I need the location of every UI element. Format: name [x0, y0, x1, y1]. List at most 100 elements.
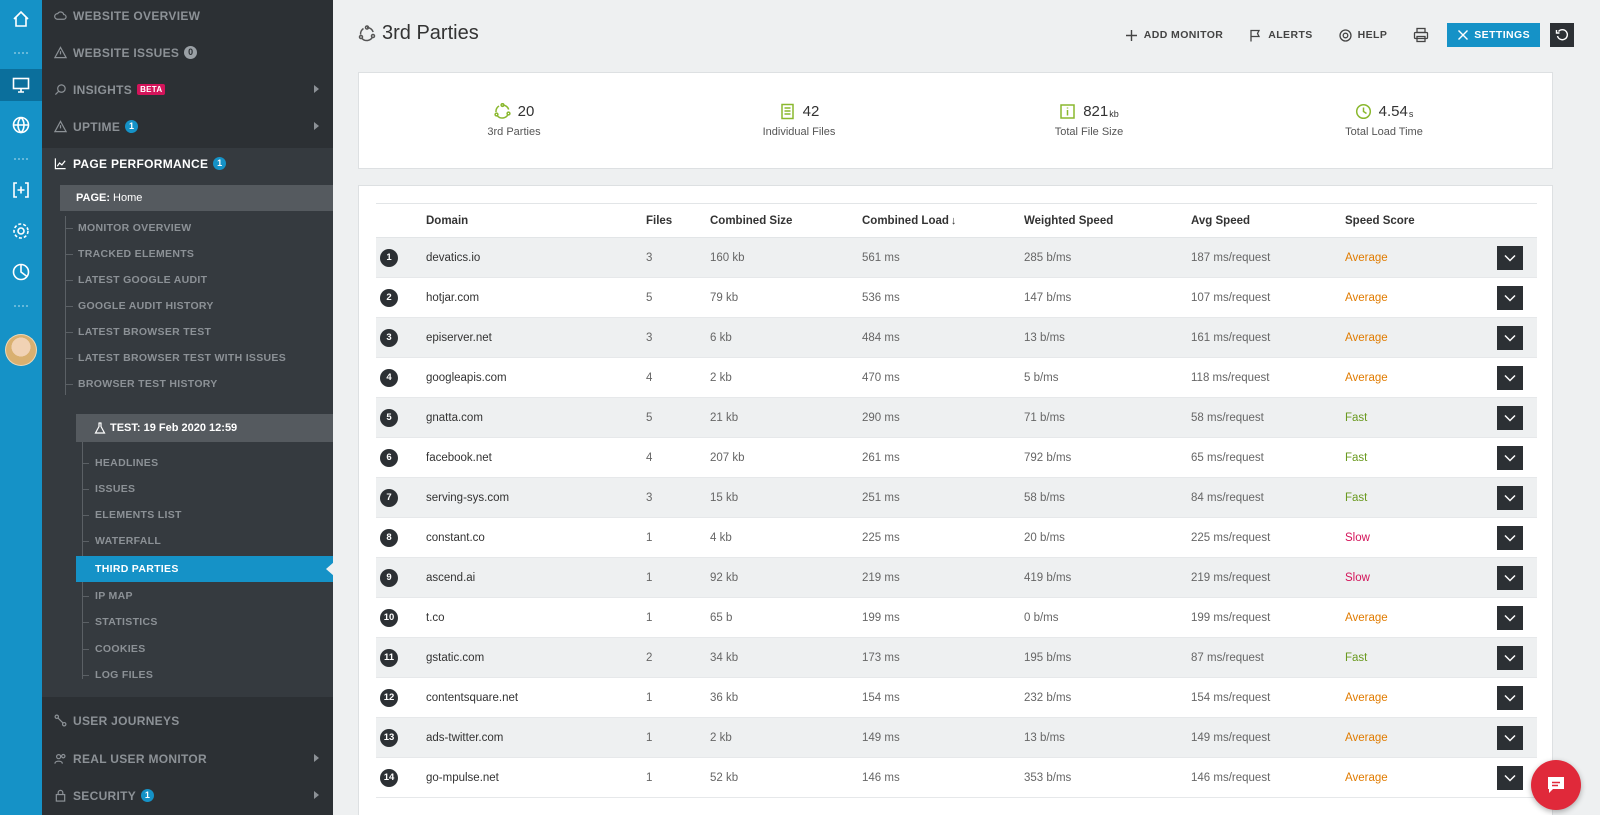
expand-row-button[interactable] — [1497, 605, 1523, 630]
table-row[interactable]: 10 t.co 1 65 b 199 ms 0 b/ms 199 ms/request Ave… — [376, 597, 1537, 638]
table-cell: 3 — [646, 477, 710, 518]
nav-log-files[interactable]: LOG FILES — [81, 662, 153, 688]
speed-score-text: Average — [1345, 291, 1388, 304]
flask-icon — [94, 422, 106, 434]
table-cell: 219 ms — [862, 557, 1024, 598]
avg-speed-text: 199 ms/request — [1191, 611, 1271, 624]
nav-headlines[interactable]: HEADLINES — [81, 450, 158, 476]
expand-row-button[interactable] — [1497, 405, 1523, 430]
files-text: 1 — [646, 731, 653, 744]
table-cell: 118 ms/request — [1191, 357, 1345, 398]
nav-latest-google-audit[interactable]: LATEST GOOGLE AUDIT — [65, 270, 207, 290]
col-files[interactable]: Files — [646, 203, 710, 238]
nav-browser-test-history[interactable]: BROWSER TEST HISTORY — [66, 374, 218, 394]
table-cell: 71 b/ms — [1024, 397, 1191, 438]
expand-row-button[interactable] — [1497, 525, 1523, 550]
undo-icon — [1555, 29, 1569, 41]
expand-row-button[interactable] — [1497, 725, 1523, 750]
table-cell: serving-sys.com — [426, 477, 646, 518]
expand-row-button[interactable] — [1497, 765, 1523, 790]
table-cell: 84 ms/request — [1191, 477, 1345, 518]
nav-user-journeys[interactable]: USER JOURNEYS — [42, 702, 333, 739]
monitor-icon[interactable] — [0, 69, 42, 101]
expand-row-button[interactable] — [1497, 365, 1523, 390]
nav-issues[interactable]: ISSUES — [81, 476, 135, 502]
nav-latest-browser-test-issues[interactable]: LATEST BROWSER TEST WITH ISSUES — [65, 348, 286, 368]
col-weighted-speed[interactable]: Weighted Speed — [1024, 203, 1191, 238]
table-cell — [1497, 677, 1537, 718]
info-box-icon — [1060, 104, 1075, 119]
expand-row-button[interactable] — [1497, 325, 1523, 350]
col-combined-size[interactable]: Combined Size — [710, 203, 862, 238]
col-avg-speed[interactable]: Avg Speed — [1191, 203, 1345, 238]
nav-real-user-monitor[interactable]: REAL USER MONITOR — [42, 740, 333, 777]
nav-page-performance[interactable]: PAGE PERFORMANCE 1 — [42, 145, 333, 182]
nav-third-parties[interactable]: THIRD PARTIES — [76, 556, 334, 582]
col-speed-score[interactable]: Speed Score — [1345, 203, 1497, 238]
table-row[interactable]: 9 ascend.ai 1 92 kb 219 ms 419 b/ms 219 ms/req… — [376, 557, 1537, 598]
table-row[interactable]: 13 ads-twitter.com 1 2 kb 149 ms 13 b/ms 149 m… — [376, 717, 1537, 758]
alerts-button[interactable]: ALERTS — [1249, 29, 1312, 42]
test-selector[interactable]: TEST: 19 Feb 2020 12:59 — [76, 414, 333, 442]
col-combined-load[interactable]: Combined Load ↓ — [862, 203, 1024, 238]
table-row[interactable]: 8 constant.co 1 4 kb 225 ms 20 b/ms 225 ms/req… — [376, 517, 1537, 558]
load-text: 290 ms — [862, 411, 900, 424]
table-row[interactable]: 3 episerver.net 3 6 kb 484 ms 13 b/ms 161 ms/r… — [376, 317, 1537, 358]
nav-insights[interactable]: INSIGHTS BETA — [42, 71, 333, 108]
page-selector[interactable]: PAGE: Home — [60, 185, 333, 211]
nav-ip-map[interactable]: IP MAP — [82, 583, 133, 609]
nav-monitor-overview[interactable]: MONITOR OVERVIEW — [66, 218, 192, 238]
nav-website-overview[interactable]: WEBSITE OVERVIEW — [42, 0, 333, 34]
rank-badge: 12 — [380, 688, 398, 707]
rank-badge: 7 — [380, 488, 398, 507]
nav-waterfall[interactable]: WATERFALL — [81, 528, 161, 554]
nav-tracked-elements[interactable]: TRACKED ELEMENTS — [65, 244, 194, 264]
print-button[interactable] — [1413, 27, 1429, 43]
expand-row-button[interactable] — [1497, 285, 1523, 310]
expand-row-button[interactable] — [1497, 245, 1523, 270]
table-row[interactable]: 11 gstatic.com 2 34 kb 173 ms 195 b/ms 87 ms/r… — [376, 637, 1537, 678]
expand-row-button[interactable] — [1497, 445, 1523, 470]
table-row[interactable]: 4 googleapis.com 4 2 kb 470 ms 5 b/ms 118 ms/r… — [376, 357, 1537, 398]
chat-button[interactable] — [1531, 760, 1581, 810]
nav-website-issues[interactable]: WEBSITE ISSUES 0 — [42, 34, 333, 71]
table-row[interactable]: 2 hotjar.com 5 79 kb 536 ms 147 b/ms 107 ms/re… — [376, 277, 1537, 318]
nav-statistics[interactable]: STATISTICS — [82, 609, 158, 635]
size-text: 4 kb — [710, 531, 732, 544]
expand-row-button[interactable] — [1497, 685, 1523, 710]
size-text: 79 kb — [710, 291, 739, 304]
home-icon[interactable] — [0, 4, 42, 34]
expand-row-button[interactable] — [1497, 645, 1523, 670]
table-cell: Fast — [1345, 637, 1497, 678]
expand-row-button[interactable] — [1497, 485, 1523, 510]
nav-google-audit-history[interactable]: GOOGLE AUDIT HISTORY — [66, 296, 214, 316]
reset-button[interactable] — [1550, 23, 1574, 47]
col-domain[interactable]: Domain — [426, 203, 646, 238]
globe-icon[interactable] — [0, 110, 42, 140]
nav-cookies[interactable]: COOKIES — [82, 636, 146, 662]
table-row[interactable]: 12 contentsquare.net 1 36 kb 154 ms 232 b/ms 1… — [376, 677, 1537, 718]
table-row[interactable]: 7 serving-sys.com 3 15 kb 251 ms 58 b/ms 84 ms… — [376, 477, 1537, 518]
table-cell: googleapis.com — [426, 357, 646, 398]
add-monitor-button[interactable]: ADD MONITOR — [1125, 29, 1223, 42]
table-cell: 15 kb — [710, 477, 862, 518]
table-row[interactable]: 14 go-mpulse.net 1 52 kb 146 ms 353 b/ms 146 m… — [376, 757, 1537, 798]
add-frame-icon[interactable] — [0, 175, 42, 205]
help-button[interactable]: HELP — [1339, 28, 1388, 42]
nav-elements-list[interactable]: ELEMENTS LIST — [82, 502, 182, 528]
settings-button[interactable]: SETTINGS — [1447, 23, 1540, 47]
nav-security[interactable]: SECURITY 1 — [42, 777, 333, 814]
expand-row-button[interactable] — [1497, 565, 1523, 590]
load-text: 225 ms — [862, 531, 900, 544]
gear-icon[interactable] — [0, 216, 42, 246]
nav-uptime[interactable]: UPTIME 1 — [42, 108, 333, 145]
table-row[interactable]: 5 gnatta.com 5 21 kb 290 ms 71 b/ms 58 ms/requ… — [376, 397, 1537, 438]
pie-chart-icon[interactable] — [0, 257, 42, 287]
table-row[interactable]: 6 facebook.net 4 207 kb 261 ms 792 b/ms 65 ms/… — [376, 437, 1537, 478]
user-avatar[interactable] — [5, 334, 37, 366]
search-icon — [54, 83, 68, 97]
nav-latest-browser-test[interactable]: LATEST BROWSER TEST — [65, 322, 211, 342]
domain-text: constant.co — [426, 531, 485, 544]
table-row[interactable]: 1 devatics.io 3 160 kb 561 ms 285 b/ms 187 ms/… — [376, 237, 1537, 278]
files-text: 1 — [646, 611, 653, 624]
